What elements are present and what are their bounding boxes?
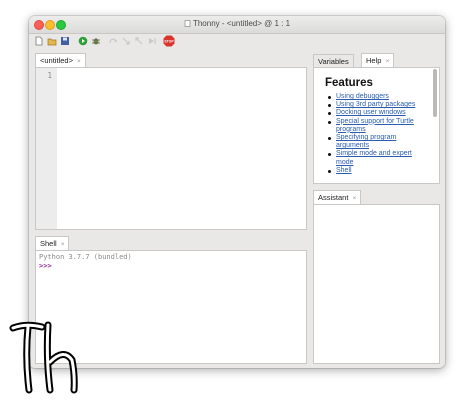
document-icon [184,20,191,27]
new-file-icon[interactable] [34,36,44,46]
help-link[interactable]: Special support for Turtle programs [326,118,426,134]
close-help-tab-icon[interactable]: × [385,58,389,65]
step-over-icon [108,36,118,46]
close-assistant-tab-icon[interactable]: × [352,195,356,202]
shell-banner: Python 3.7.7 (bundled) [39,253,132,261]
line-number-gutter: 1 [36,68,57,229]
assistant-tab-label: Assistant [318,193,349,202]
help-link[interactable]: Using debuggers [326,93,426,101]
help-link[interactable]: Shell [326,167,426,175]
toolbar: STOP [29,34,445,49]
variables-tab-label: Variables [318,57,349,66]
save-icon[interactable] [60,36,70,46]
help-link[interactable]: Using 3rd party packages [326,101,426,109]
help-panel[interactable]: Features Using debuggers Using 3rd party… [313,67,440,184]
thonny-logo [8,320,88,395]
step-out-icon [134,36,144,46]
help-heading: Features [325,77,373,89]
debug-icon[interactable] [91,36,101,46]
tab-variables[interactable]: Variables [313,54,354,68]
stop-icon[interactable]: STOP [163,35,175,47]
help-link[interactable]: Specifying program arguments [326,134,426,150]
tab-assistant[interactable]: Assistant × [313,190,362,205]
resume-icon [147,36,157,46]
step-into-icon [121,36,131,46]
shell-prompt: >>> [39,262,52,270]
close-tab-icon[interactable]: × [77,58,81,65]
stop-label: STOP [164,40,174,44]
shell-tab-label: Shell [40,239,57,248]
thonny-window: Thonny - <untitled> @ 1 : 1 STOP <untitl… [29,16,445,368]
help-scrollbar[interactable] [433,69,437,117]
title-bar[interactable]: Thonny - <untitled> @ 1 : 1 [29,16,445,34]
help-link[interactable]: Docking user windows [326,109,426,117]
editor-tab-label: <untitled> [40,56,73,65]
window-title: Thonny - <untitled> @ 1 : 1 [29,19,445,28]
assistant-panel[interactable] [313,204,440,364]
help-tab-label: Help [366,56,382,65]
tab-help[interactable]: Help × [361,53,395,68]
tab-shell[interactable]: Shell × [35,236,70,251]
line-number: 1 [47,71,52,80]
open-file-icon[interactable] [47,36,57,46]
close-shell-tab-icon[interactable]: × [61,241,65,248]
run-icon[interactable] [78,36,88,46]
help-feature-list: Using debuggers Using 3rd party packages… [326,93,426,175]
code-editor[interactable]: 1 [35,67,307,230]
help-link[interactable]: Simple mode and expert mode [326,150,426,166]
tab-untitled[interactable]: <untitled> × [35,53,86,68]
